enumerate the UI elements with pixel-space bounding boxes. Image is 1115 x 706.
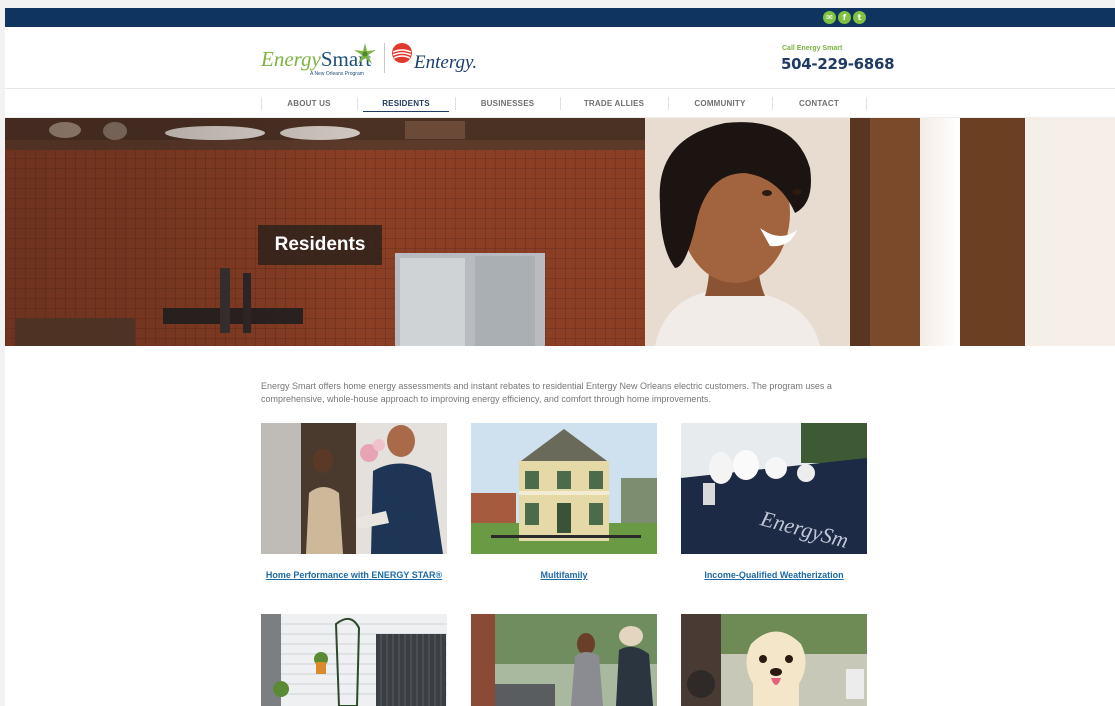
leaf-icon bbox=[354, 43, 376, 64]
hero-title-box: Residents bbox=[258, 225, 382, 265]
card-image-row2-3[interactable] bbox=[681, 614, 867, 706]
card-image-home-performance[interactable] bbox=[261, 423, 447, 554]
nav-item-about-us[interactable]: ABOUT US bbox=[261, 89, 357, 118]
call-label: Call Energy Smart bbox=[782, 45, 843, 52]
intro-paragraph: Energy Smart offers home energy assessme… bbox=[261, 381, 832, 404]
top-bar: ✉ f t bbox=[5, 8, 1115, 27]
logo-tagline: A New Orleans Program bbox=[310, 71, 364, 77]
card-image-weatherization[interactable]: EnergySm bbox=[681, 423, 867, 554]
twitter-icon[interactable]: t bbox=[853, 11, 866, 24]
nav-item-businesses[interactable]: BUSINESSES bbox=[455, 89, 560, 118]
main-nav: ABOUT US RESIDENTS BUSINESSES TRADE ALLI… bbox=[5, 89, 1115, 118]
phone-number[interactable]: 504-229-6868 bbox=[781, 55, 895, 73]
nav-item-community[interactable]: COMMUNITY bbox=[668, 89, 772, 118]
card-image-multifamily[interactable] bbox=[471, 423, 657, 554]
card-image-row2-1[interactable] bbox=[261, 614, 447, 706]
nav-item-contact[interactable]: CONTACT bbox=[772, 89, 866, 118]
page: ✉ f t Energy Smart A New Orleans Program… bbox=[5, 8, 1115, 706]
logo-divider bbox=[384, 43, 385, 73]
nav-divider bbox=[866, 97, 867, 110]
card-link-multifamily[interactable]: Multifamily bbox=[471, 570, 657, 580]
facebook-icon[interactable]: f bbox=[838, 11, 851, 24]
card-link-weatherization[interactable]: Income-Qualified Weatherization bbox=[681, 570, 867, 580]
nav-item-trade-allies[interactable]: TRADE ALLIES bbox=[560, 89, 668, 118]
hero-photo bbox=[5, 118, 1115, 346]
page-title: Residents bbox=[274, 234, 366, 255]
hero-banner: Residents bbox=[5, 118, 1115, 346]
site-header: Energy Smart A New Orleans Program Enter… bbox=[5, 27, 1115, 89]
logo-energy-text: Energy bbox=[261, 47, 321, 71]
entergy-logo-text[interactable]: Entergy. bbox=[414, 52, 477, 74]
card-image-row2-2[interactable] bbox=[471, 614, 657, 706]
entergy-logo-icon bbox=[392, 43, 412, 63]
nav-item-residents[interactable]: RESIDENTS bbox=[357, 89, 455, 118]
social-links: ✉ f t bbox=[823, 11, 866, 24]
email-icon[interactable]: ✉ bbox=[823, 11, 836, 24]
card-link-home-performance[interactable]: Home Performance with ENERGY STAR® bbox=[261, 570, 447, 580]
